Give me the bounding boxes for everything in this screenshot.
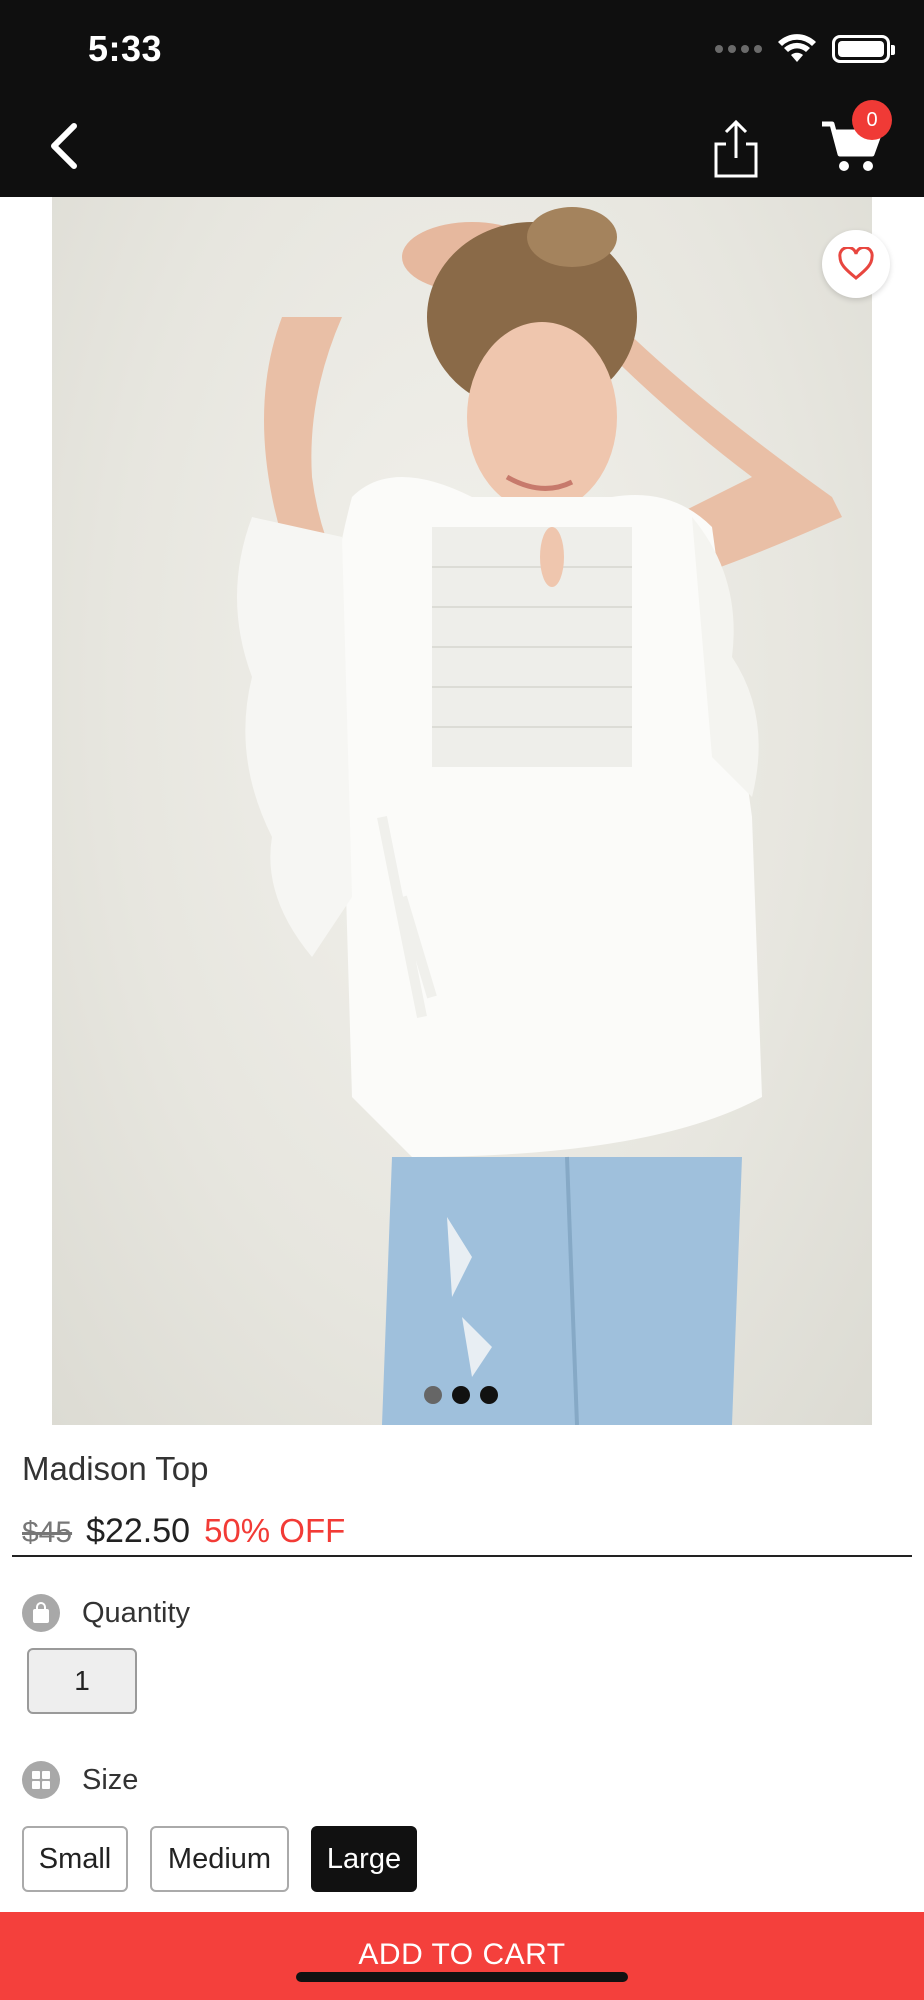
wifi-icon (778, 34, 816, 62)
quantity-label: Quantity (82, 1596, 190, 1629)
gallery-dot[interactable] (452, 1386, 470, 1404)
cellular-signal-icon (715, 45, 762, 53)
battery-icon (832, 35, 895, 63)
size-option-large[interactable]: Large (311, 1826, 417, 1892)
sale-price: $22.50 (86, 1512, 191, 1550)
product-image[interactable] (52, 197, 872, 1425)
price-row: $45 $22.50 50% OFF (22, 1512, 345, 1551)
add-to-cart-button[interactable]: ADD TO CART (0, 1912, 924, 2000)
share-icon (714, 119, 758, 178)
status-time: 5:33 (88, 28, 163, 69)
size-option-small[interactable]: Small (22, 1826, 128, 1892)
cart-count-badge: 0 (852, 100, 892, 140)
quantity-label-row: Quantity (22, 1594, 190, 1632)
grid-icon (22, 1761, 60, 1799)
back-button[interactable] (40, 118, 86, 174)
size-option-medium[interactable]: Medium (150, 1826, 289, 1892)
home-indicator (296, 1972, 628, 1982)
gallery-dot[interactable] (424, 1386, 442, 1404)
gallery-pagination[interactable] (424, 1386, 498, 1404)
discount-label: 50% OFF (204, 1512, 346, 1549)
quantity-input[interactable]: 1 (27, 1648, 137, 1714)
heart-icon (838, 247, 874, 280)
status-icons (715, 34, 895, 64)
product-photo (237, 207, 842, 1425)
gallery-dot[interactable] (480, 1386, 498, 1404)
divider (12, 1555, 912, 1557)
shopping-bag-icon (22, 1594, 60, 1632)
top-bar: 5:33 0 (0, 0, 924, 197)
add-to-cart-label: ADD TO CART (358, 1938, 566, 1971)
original-price: $45 (22, 1516, 73, 1549)
share-button[interactable] (708, 118, 764, 180)
chevron-left-icon (51, 123, 77, 169)
favorite-button[interactable] (822, 230, 890, 298)
product-name: Madison Top (22, 1450, 209, 1487)
size-label-row: Size (22, 1761, 138, 1799)
size-label: Size (82, 1763, 139, 1796)
